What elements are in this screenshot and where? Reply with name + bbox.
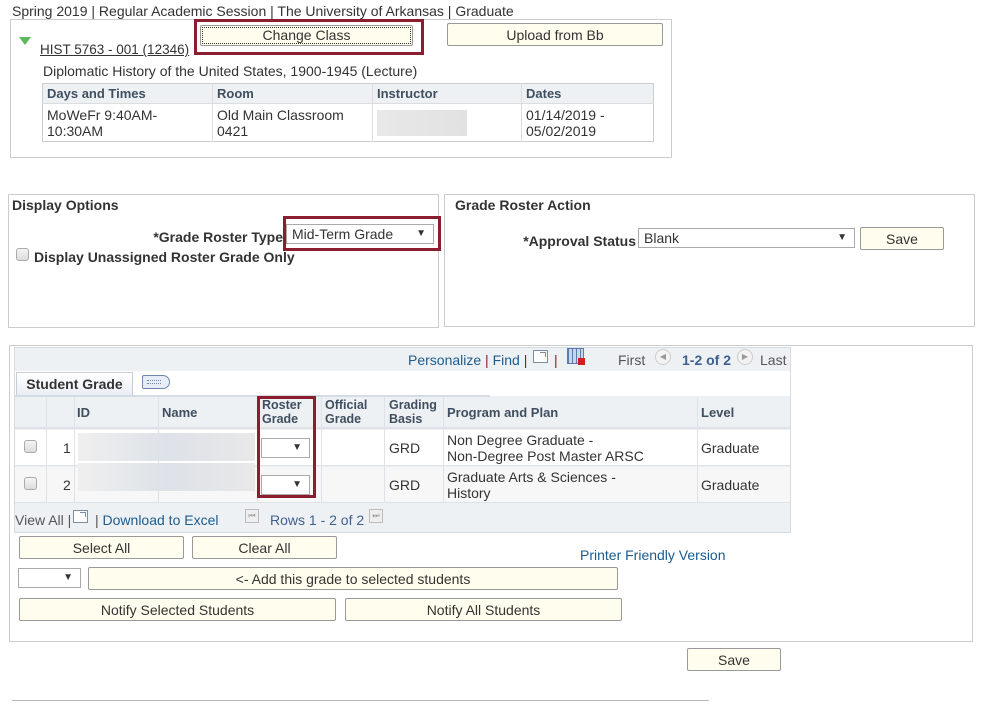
program-plan: Graduate Arts & Sciences - History bbox=[447, 469, 616, 501]
upload-from-bb-button[interactable]: Upload from Bb bbox=[447, 23, 663, 46]
new-window-icon[interactable] bbox=[73, 510, 88, 523]
term-line: Spring 2019 | Regular Academic Session |… bbox=[12, 3, 514, 19]
room-line1: Old Main Classroom bbox=[217, 106, 344, 123]
roster-type-highlight bbox=[283, 216, 441, 251]
header-id: ID bbox=[77, 405, 90, 420]
view-all-link[interactable]: View All bbox=[15, 512, 64, 528]
separator: | bbox=[485, 352, 489, 368]
class-title: Diplomatic History of the United States,… bbox=[43, 63, 418, 79]
personalize-link[interactable]: Personalize bbox=[408, 352, 481, 368]
show-all-columns-icon[interactable] bbox=[142, 375, 170, 389]
unassigned-only-label: Display Unassigned Roster Grade Only bbox=[34, 249, 295, 265]
student-id-name-redacted bbox=[78, 463, 255, 491]
grid-toolbar: Personalize | Find | bbox=[408, 352, 527, 368]
approval-status-value: Blank bbox=[644, 230, 680, 246]
rows-count: Rows 1 - 2 of 2 bbox=[270, 512, 365, 528]
header-grading-basis-line2: Basis bbox=[389, 412, 423, 426]
dates-line2: 05/02/2019 bbox=[526, 122, 597, 139]
separator: | bbox=[95, 512, 99, 528]
notify-selected-button[interactable]: Notify Selected Students bbox=[19, 598, 336, 621]
class-schedule-table: Days and Times Room Instructor Dates MoW… bbox=[42, 83, 654, 142]
find-link[interactable]: Find bbox=[493, 352, 520, 368]
level: Graduate bbox=[701, 440, 760, 456]
row-count: 1-2 of 2 bbox=[682, 352, 732, 368]
grid-download-icon[interactable] bbox=[567, 348, 585, 365]
add-grade-button[interactable]: <- Add this grade to selected students bbox=[88, 567, 618, 590]
tab-student-grade[interactable]: Student Grade bbox=[16, 372, 133, 396]
instructor-redacted bbox=[377, 109, 467, 136]
unassigned-only-checkbox[interactable] bbox=[16, 248, 29, 261]
approval-status-select[interactable]: Blank ▼ bbox=[638, 228, 855, 248]
row-select-checkbox[interactable] bbox=[24, 477, 37, 490]
header-instructor: Instructor bbox=[372, 83, 522, 104]
approval-save-button[interactable]: Save bbox=[860, 227, 944, 250]
room-value: Old Main Classroom 0421 bbox=[212, 103, 373, 142]
approval-status-label: *Approval Status bbox=[523, 233, 636, 249]
header-official-grade-line2: Grade bbox=[325, 412, 362, 426]
header-official-grade: Official Grade bbox=[325, 398, 367, 426]
row-number: 1 bbox=[63, 440, 71, 456]
change-class-highlight bbox=[194, 19, 424, 55]
header-official-grade-line1: Official bbox=[325, 398, 368, 412]
last-label[interactable]: Last bbox=[760, 352, 786, 368]
program-line1: Non Degree Graduate - bbox=[447, 432, 594, 448]
days-times-value: MoWeFr 9:40AM-10:30AM bbox=[42, 103, 213, 142]
separator: | bbox=[523, 352, 528, 368]
select-all-button[interactable]: Select All bbox=[19, 536, 184, 559]
header-dates: Dates bbox=[521, 83, 654, 104]
next-icon[interactable]: ▶ bbox=[737, 349, 753, 365]
separator: | bbox=[554, 352, 558, 368]
header-level: Level bbox=[701, 405, 735, 420]
first-label[interactable]: First bbox=[618, 352, 645, 368]
grading-basis: GRD bbox=[389, 440, 421, 456]
download-group: | Download to Excel bbox=[95, 512, 218, 528]
row-number: 2 bbox=[63, 477, 71, 493]
grade-roster-action-title: Grade Roster Action bbox=[455, 197, 591, 213]
header-grading-basis-line1: Grading bbox=[389, 398, 437, 412]
header-program-plan: Program and Plan bbox=[447, 405, 559, 420]
dropdown-arrow-icon: ▼ bbox=[837, 232, 847, 243]
class-link[interactable]: HIST 5763 - 001 (12346) bbox=[40, 42, 189, 57]
collapse-triangle-icon[interactable] bbox=[19, 37, 31, 45]
row-select-checkbox[interactable] bbox=[24, 440, 37, 453]
roster-type-label: *Grade Roster Type bbox=[153, 229, 283, 245]
dates-line1: 01/14/2019 - bbox=[526, 106, 605, 123]
header-grading-basis: Grading Basis bbox=[389, 398, 437, 426]
level: Graduate bbox=[701, 477, 760, 493]
grade-roster-action-panel bbox=[444, 194, 975, 327]
download-to-excel-link[interactable]: Download to Excel bbox=[103, 512, 219, 528]
notify-all-button[interactable]: Notify All Students bbox=[345, 598, 622, 621]
dropdown-arrow-icon: ▼ bbox=[63, 572, 73, 583]
grid-footer: View All | bbox=[15, 512, 71, 528]
new-window-icon[interactable] bbox=[533, 350, 548, 363]
roster-grade-highlight bbox=[257, 396, 316, 498]
dates-value: 01/14/2019 - 05/02/2019 bbox=[522, 104, 654, 142]
program-plan: Non Degree Graduate - Non-Degree Post Ma… bbox=[447, 432, 644, 464]
last-page-icon[interactable]: ⏭ bbox=[369, 509, 383, 523]
printer-friendly-link[interactable]: Printer Friendly Version bbox=[580, 547, 726, 563]
display-options-title: Display Options bbox=[12, 197, 119, 213]
separator: | bbox=[67, 512, 72, 528]
clear-all-button[interactable]: Clear All bbox=[192, 536, 337, 559]
grade-select[interactable]: ▼ bbox=[18, 568, 81, 588]
save-button[interactable]: Save bbox=[687, 648, 781, 671]
grading-basis: GRD bbox=[389, 477, 421, 493]
header-days-times: Days and Times bbox=[42, 83, 213, 104]
divider bbox=[12, 700, 709, 701]
first-page-icon[interactable]: ⏮ bbox=[245, 509, 259, 523]
program-line1: Graduate Arts & Sciences - bbox=[447, 469, 616, 485]
header-room: Room bbox=[212, 83, 373, 104]
program-line2: History bbox=[447, 485, 491, 501]
program-line2: Non-Degree Post Master ARSC bbox=[447, 448, 644, 464]
room-line2: 0421 bbox=[217, 122, 249, 139]
instructor-value bbox=[372, 103, 522, 142]
previous-icon[interactable]: ◀ bbox=[655, 349, 671, 365]
student-id-name-redacted bbox=[78, 433, 255, 461]
header-name: Name bbox=[162, 405, 198, 420]
